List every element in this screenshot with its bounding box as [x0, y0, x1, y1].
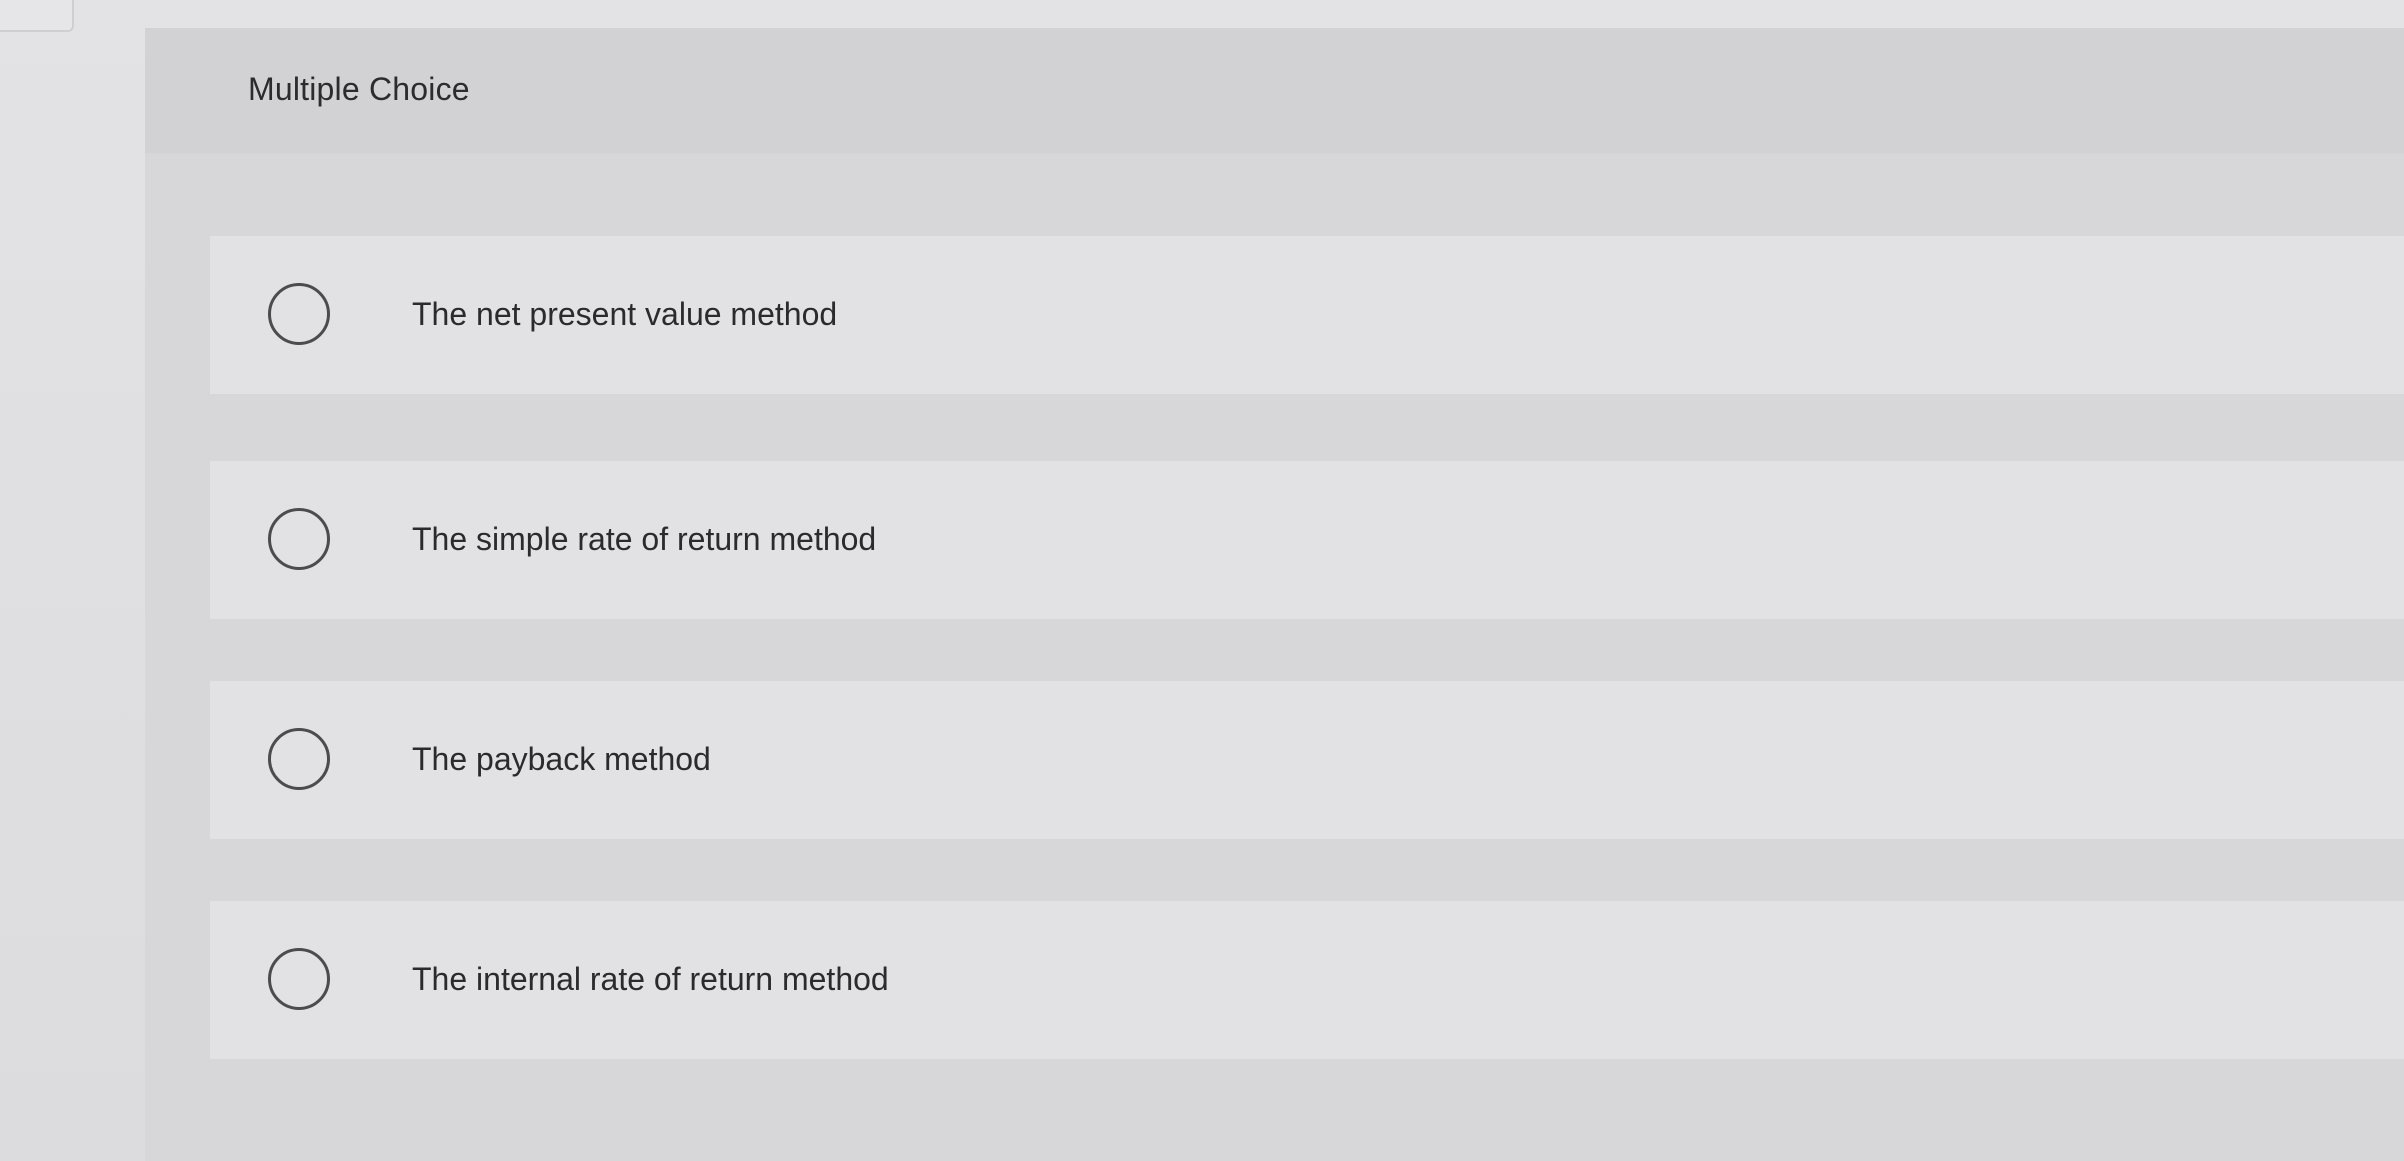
choice-label[interactable]: The simple rate of return method [412, 521, 876, 558]
choice-option-4[interactable]: The internal rate of return method [210, 901, 2404, 1059]
choice-option-2[interactable]: The simple rate of return method [210, 461, 2404, 619]
radio-unchecked-icon[interactable] [268, 728, 330, 790]
choice-option-1[interactable]: The net present value method [210, 236, 2404, 394]
choice-label[interactable]: The internal rate of return method [412, 961, 889, 998]
radio-unchecked-icon[interactable] [268, 948, 330, 1010]
previous-card-edge [0, 0, 74, 32]
question-header: Multiple Choice [145, 28, 2404, 153]
choice-label[interactable]: The payback method [412, 741, 711, 778]
question-type-label: Multiple Choice [248, 71, 470, 107]
choice-label[interactable]: The net present value method [412, 296, 837, 333]
choice-option-3[interactable]: The payback method [210, 681, 2404, 839]
radio-unchecked-icon[interactable] [268, 508, 330, 570]
question-panel: Multiple Choice The net present value me… [145, 28, 2404, 1161]
radio-unchecked-icon[interactable] [268, 283, 330, 345]
